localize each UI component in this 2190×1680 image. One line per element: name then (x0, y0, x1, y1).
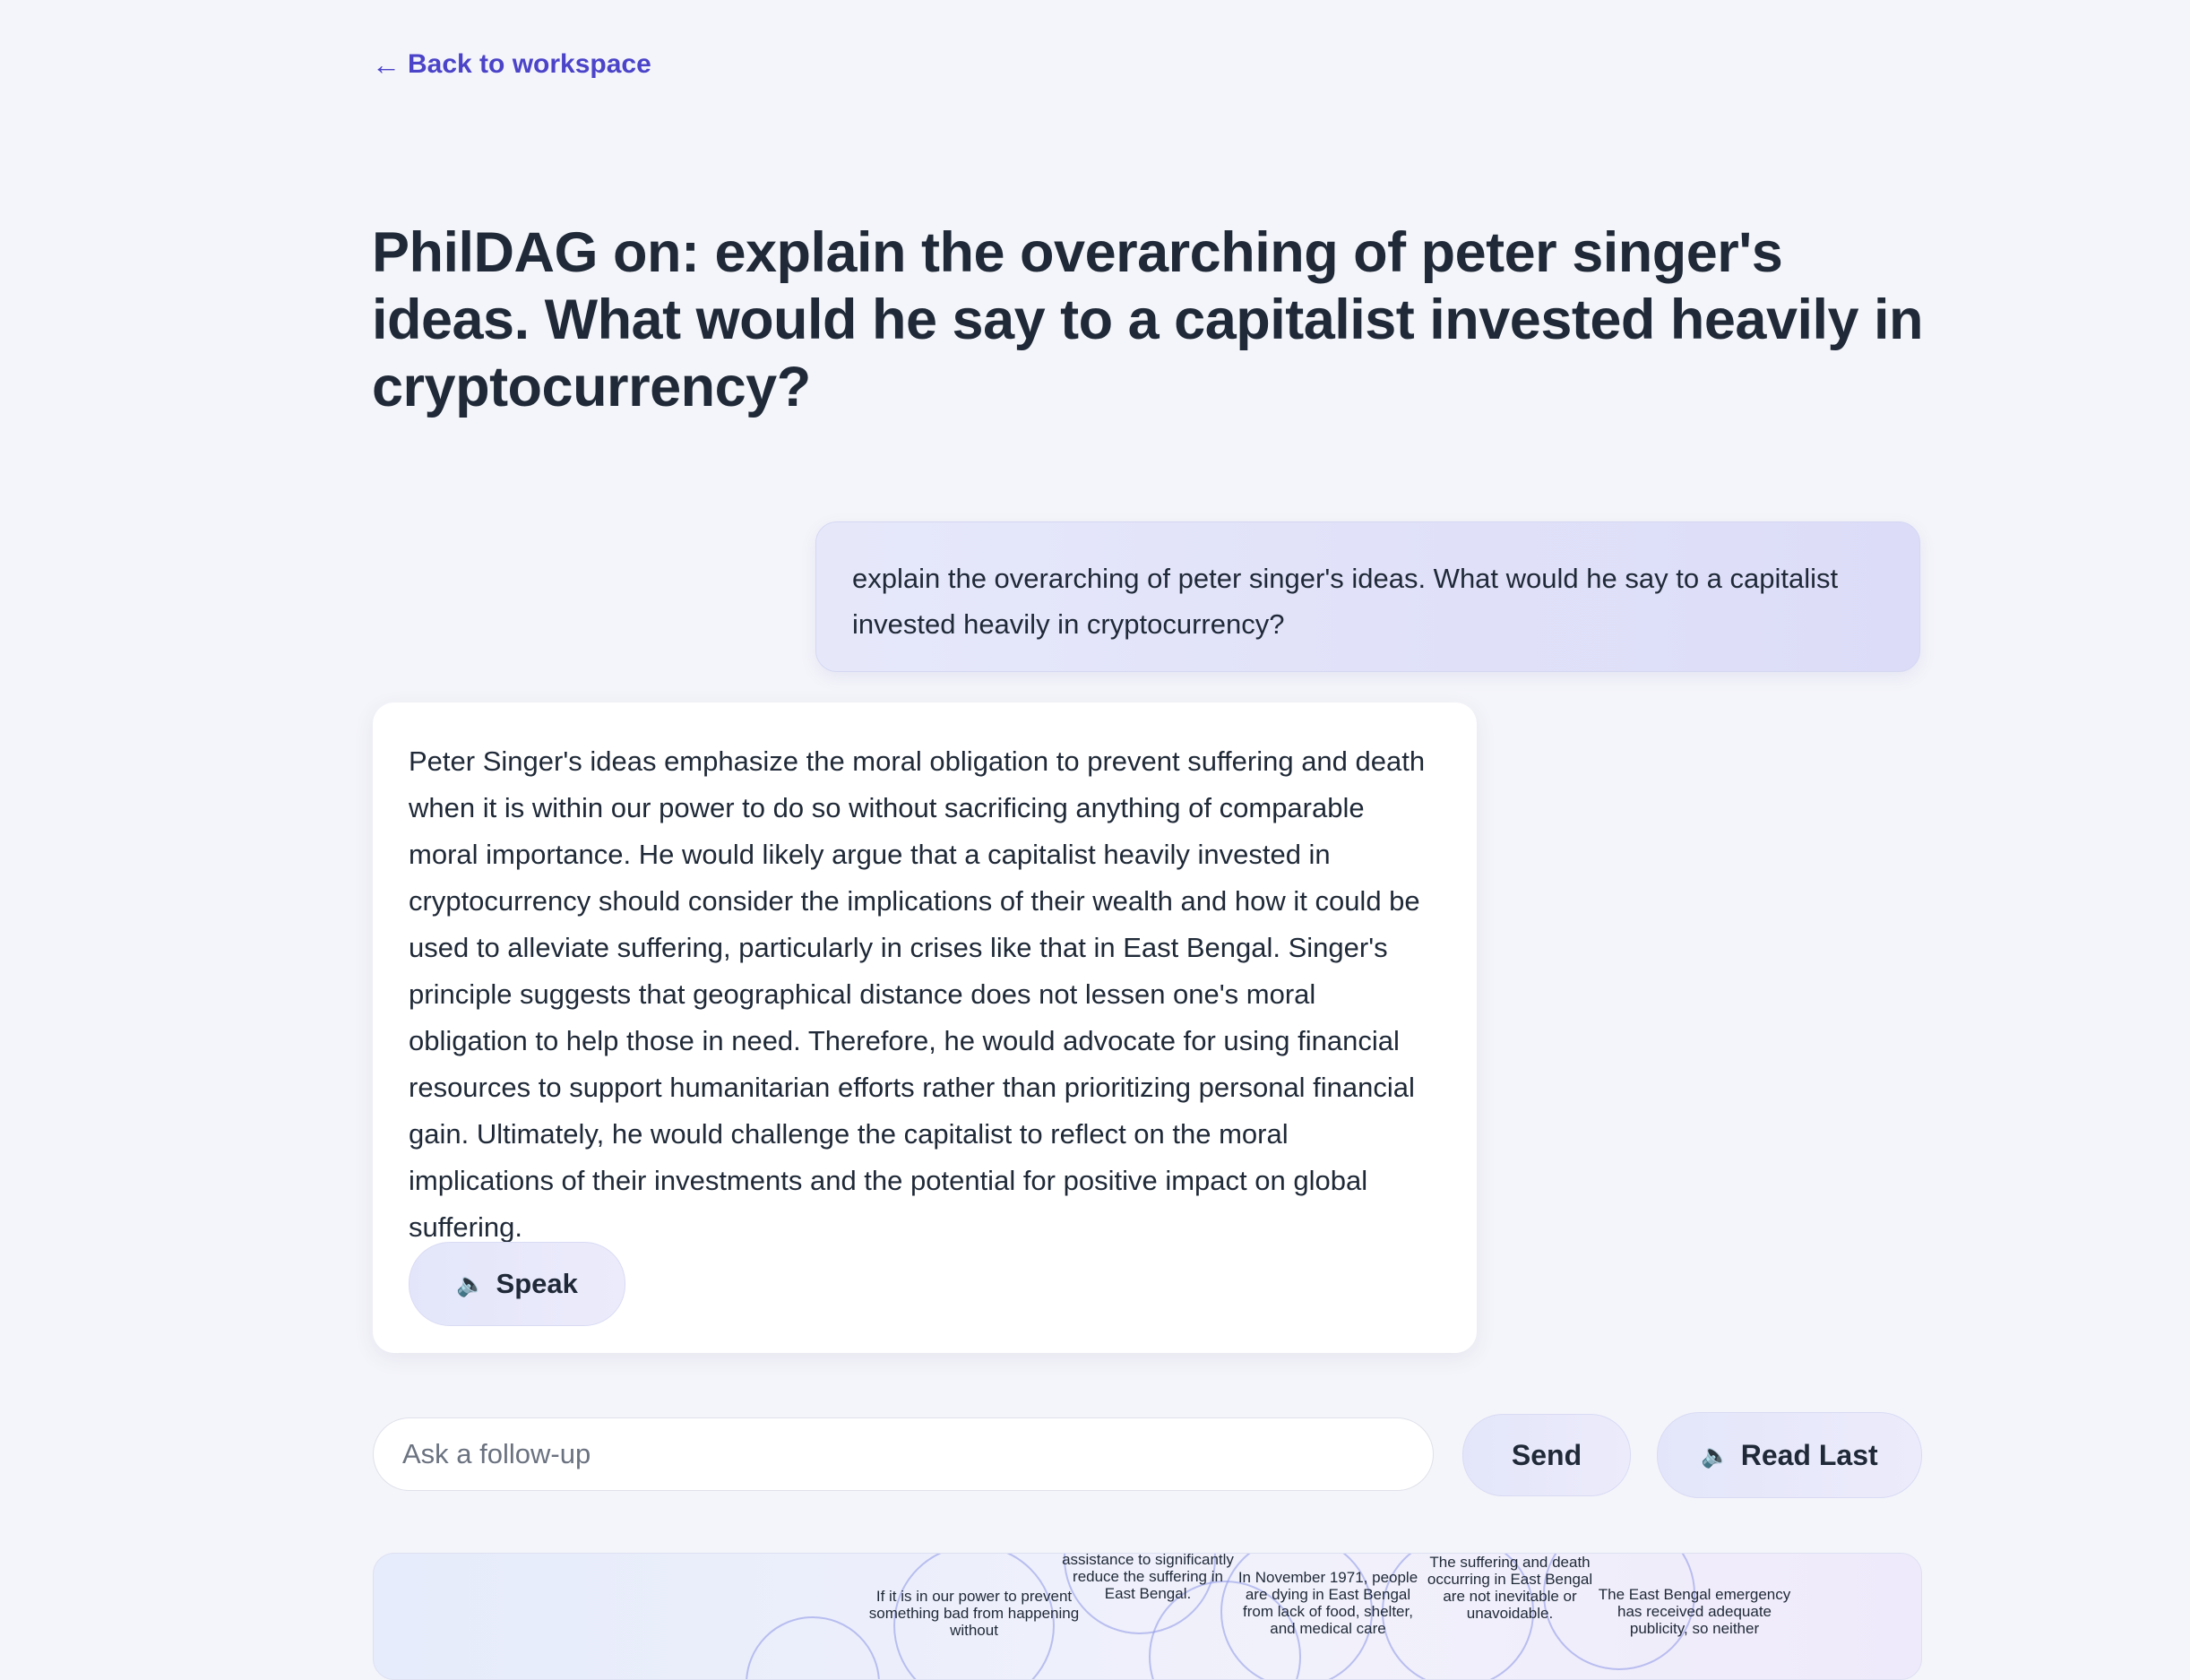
page-title: PhilDAG on: explain the overarching of p… (372, 221, 1924, 418)
user-message-bubble: explain the overarching of peter singer'… (815, 521, 1920, 672)
speak-button[interactable]: 🔈 Speak (409, 1242, 625, 1326)
user-message-text: explain the overarching of peter singer'… (852, 563, 1839, 640)
arrow-left-icon: ← (372, 48, 401, 81)
assistant-message-text: Peter Singer's ideas emphasize the moral… (409, 745, 1426, 1243)
read-last-button-label: Read Last (1740, 1438, 1878, 1471)
graph-node-label: If it is in our power to prevent somethi… (868, 1588, 1080, 1639)
graph-node-circle[interactable] (746, 1616, 880, 1679)
send-button-label: Send (1511, 1438, 1582, 1471)
send-button[interactable]: Send (1462, 1414, 1631, 1496)
back-to-workspace-link[interactable]: ← Back to workspace (372, 49, 651, 80)
graph-node-label: In November 1971, people are dying in Ea… (1237, 1569, 1418, 1637)
speak-button-label: Speak (496, 1268, 578, 1299)
follow-up-input[interactable] (373, 1417, 1434, 1491)
assistant-message-card: Peter Singer's ideas emphasize the moral… (373, 702, 1477, 1353)
speaker-icon: 🔈 (1701, 1441, 1730, 1469)
graph-node-label: assistance to significantly reduce the s… (1062, 1553, 1234, 1602)
graph-node-label: The East Bengal emergency has received a… (1598, 1586, 1791, 1637)
speaker-icon: 🔈 (456, 1270, 486, 1297)
read-last-button[interactable]: 🔈 Read Last (1657, 1412, 1922, 1498)
argument-graph-panel: If it is in our power to prevent somethi… (373, 1553, 1922, 1680)
back-link-label: Back to workspace (408, 49, 651, 79)
graph-node-label: The suffering and death occurring in Eas… (1427, 1554, 1593, 1622)
